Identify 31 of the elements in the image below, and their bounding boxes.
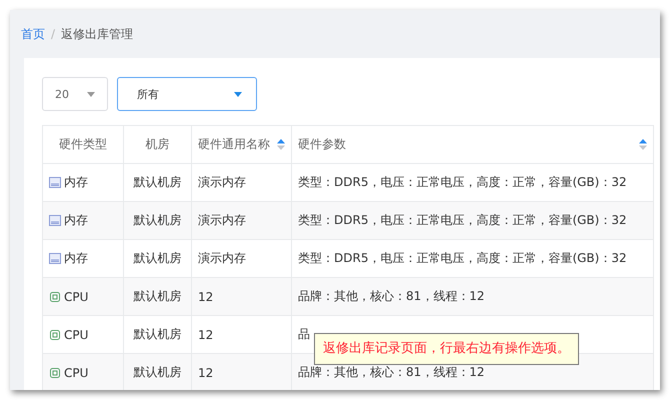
chip-icon <box>49 290 61 302</box>
breadcrumb-link[interactable]: 首页 <box>21 26 45 42</box>
column-header[interactable]: 机房 <box>124 126 192 164</box>
table-cell: 内存 <box>42 202 124 240</box>
memory-icon <box>49 215 61 226</box>
table-cell: 12 <box>192 354 292 390</box>
sort-icon[interactable] <box>277 138 285 151</box>
caret-icon <box>87 92 95 96</box>
column-header[interactable]: 硬件类型 <box>42 126 124 164</box>
column-header[interactable]: 硬件通用名称 <box>192 126 292 164</box>
memory-icon <box>49 253 61 264</box>
sort-icon[interactable] <box>639 138 647 151</box>
page-title: 返修出库管理 <box>61 26 134 42</box>
table-cell: 类型：DDR5，电压：正常电压，高度：正常，容量(GB)：32 <box>292 202 654 240</box>
table-cell: CPU <box>42 354 124 390</box>
table-cell: CPU <box>42 278 124 316</box>
table-cell: 12 <box>192 278 292 316</box>
caret-icon <box>234 92 242 96</box>
chip-icon <box>49 366 61 378</box>
memory-icon <box>49 177 61 188</box>
chip-icon <box>49 328 61 340</box>
column-header[interactable]: 硬件参数 <box>292 126 654 164</box>
table-cell: 默认机房 <box>124 202 192 240</box>
table-cell: 品牌：其他，核心：81，线程：12 <box>292 278 654 316</box>
tooltip: 返修出库记录页面，行最右边有操作选项。 <box>314 333 579 365</box>
status-select[interactable]: 所有 <box>117 77 257 111</box>
page-size-select[interactable]: 20 <box>42 77 108 111</box>
breadcrumb-separator: / <box>51 27 56 41</box>
table-cell: 默认机房 <box>124 278 192 316</box>
table-cell: 默认机房 <box>124 354 192 390</box>
table-cell: 演示内存 <box>192 202 292 240</box>
